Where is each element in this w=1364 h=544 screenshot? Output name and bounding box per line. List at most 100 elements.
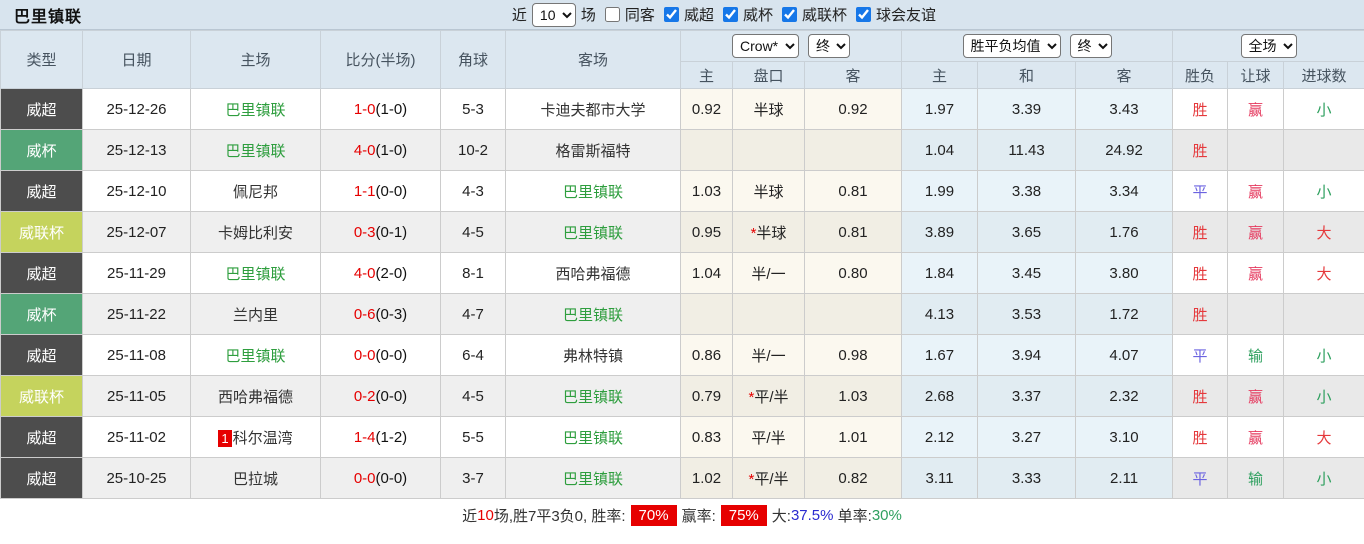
handicap-result-cell — [1227, 129, 1285, 171]
odds-home-cell: 1.04 — [901, 129, 979, 171]
league-checkbox-威杯[interactable] — [722, 7, 738, 22]
odds-away-cell: 2.32 — [1075, 375, 1174, 417]
result-cell: 平 — [1172, 457, 1229, 499]
match-row: 威超 25-11-29 巴里镇联 4-0(2-0) 8-1 西哈弗福德 1.04 半/一 0.8… — [0, 252, 1364, 294]
subheader-handicap-result: 让球 — [1227, 61, 1285, 89]
home-team-cell: 巴拉城 — [190, 457, 321, 499]
league-checkbox-威超[interactable] — [663, 7, 679, 22]
type-badge-cell: 威超 — [0, 170, 83, 212]
result-cell: 胜 — [1172, 88, 1229, 130]
goals-result-cell: 大 — [1283, 252, 1364, 294]
ah-away-odds-cell: 0.92 — [803, 88, 903, 130]
goals-result-cell: 小 — [1283, 170, 1364, 212]
handicap-stage-select[interactable]: 终 — [808, 34, 851, 58]
scope-select[interactable]: 全场 — [1240, 34, 1297, 58]
fulltime-score: 0-2 — [353, 387, 376, 405]
goals-result-cell — [1283, 293, 1364, 335]
odds-away-cell: 1.72 — [1075, 293, 1174, 335]
fulltime-score: 4-0 — [353, 264, 376, 282]
halftime-score: (1-2) — [375, 428, 408, 446]
date-cell: 25-12-10 — [82, 170, 191, 212]
score-cell: 1-0(1-0) — [320, 88, 441, 130]
score-cell: 0-6(0-3) — [320, 293, 441, 335]
ah-away-odds-cell: 1.01 — [803, 416, 903, 458]
summary-text: 30% — [871, 507, 902, 524]
away-team-cell: 巴里镇联 — [505, 293, 681, 335]
fulltime-score: 0-0 — [353, 469, 376, 487]
ah-line-cell — [732, 293, 805, 335]
col-header-home: 主场 — [190, 30, 321, 89]
halftime-score: (1-0) — [375, 100, 408, 118]
ah-home-odds-cell: 0.86 — [680, 334, 733, 376]
match-row: 威杯 25-12-13 巴里镇联 4-0(1-0) 10-2 格雷斯福特 1.04 11.43… — [0, 129, 1364, 171]
type-badge-cell: 威联杯 — [0, 211, 83, 253]
ah-line-cell: 半球 — [732, 170, 805, 212]
score-cell: 0-3(0-1) — [320, 211, 441, 253]
score-cell: 0-2(0-0) — [320, 375, 441, 417]
odds-home-cell: 1.97 — [901, 88, 979, 130]
home-team-cell: 巴里镇联 — [190, 334, 321, 376]
subheader-result: 胜负 — [1172, 61, 1229, 89]
home-team-cell: 卡姆比利安 — [190, 211, 321, 253]
goals-result-cell: 大 — [1283, 416, 1364, 458]
result-cell: 胜 — [1172, 293, 1229, 335]
ah-home-odds-cell — [680, 129, 733, 171]
ah-line-cell: 半/一 — [732, 334, 805, 376]
odds-stage-select[interactable]: 终 — [1069, 34, 1112, 58]
score-cell: 0-0(0-0) — [320, 457, 441, 499]
odds-away-cell: 3.43 — [1075, 88, 1174, 130]
ah-line-cell: 半/一 — [732, 252, 805, 294]
ah-away-odds-cell — [803, 293, 903, 335]
odds-company-select[interactable]: 胜平负均值 — [962, 34, 1061, 58]
goals-result-cell: 大 — [1283, 211, 1364, 253]
goals-result-cell: 小 — [1283, 334, 1364, 376]
league-filter-group: 威超 威杯 威联杯 球会友谊 — [658, 4, 939, 25]
away-team-cell: 巴里镇联 — [505, 457, 681, 499]
home-team-cell: 西哈弗福德 — [190, 375, 321, 417]
type-badge-cell: 威联杯 — [0, 375, 83, 417]
handicap-result-cell: 赢 — [1227, 252, 1285, 294]
corners-cell: 4-5 — [440, 375, 506, 417]
home-team-cell: 1 科尔温湾 — [190, 416, 321, 458]
league-checkbox-威联杯[interactable] — [781, 7, 797, 22]
away-team-cell: 巴里镇联 — [505, 416, 681, 458]
result-cell: 平 — [1172, 170, 1229, 212]
handicap-group-header: Crow* 终 — [679, 30, 903, 62]
odds-away-cell: 3.10 — [1075, 416, 1174, 458]
near-label: 近 — [511, 7, 527, 24]
odds-away-cell: 4.07 — [1075, 334, 1174, 376]
date-cell: 25-11-08 — [82, 334, 191, 376]
handicap-result-cell: 输 — [1227, 457, 1285, 499]
score-cell: 1-1(0-0) — [320, 170, 441, 212]
summary-text: 37.5% — [790, 507, 834, 524]
league-checkbox-label: 威杯 — [742, 7, 773, 24]
odds-draw-cell: 3.94 — [977, 334, 1077, 376]
goals-result-cell — [1283, 129, 1364, 171]
league-checkbox-label: 威超 — [683, 7, 714, 24]
same-opponent-checkbox[interactable] — [604, 7, 620, 22]
ah-away-odds-cell: 0.82 — [803, 457, 903, 499]
halftime-score: (0-0) — [375, 182, 408, 200]
halftime-score: (0-0) — [375, 469, 408, 487]
score-cell: 0-0(0-0) — [320, 334, 441, 376]
filter-controls: 近 10 场 同客 威超 威杯 威联杯 球会友谊 — [509, 2, 939, 27]
handicap-result-cell: 赢 — [1227, 88, 1285, 130]
result-cell: 胜 — [1172, 129, 1229, 171]
date-cell: 25-10-25 — [82, 457, 191, 499]
handicap-result-cell: 赢 — [1227, 170, 1285, 212]
league-checkbox-球会友谊[interactable] — [855, 7, 871, 22]
corners-cell: 5-5 — [440, 416, 506, 458]
near-count-select[interactable]: 10 — [531, 2, 576, 27]
subheader-goals: 进球数 — [1283, 61, 1364, 89]
handicap-company-select[interactable]: Crow* — [732, 34, 800, 58]
type-badge-cell: 威超 — [0, 457, 83, 499]
ah-away-odds-cell: 0.81 — [803, 170, 903, 212]
ah-away-odds-cell: 0.81 — [803, 211, 903, 253]
ah-line-cell: *平/半 — [732, 457, 805, 499]
match-row: 威联杯 25-12-07 卡姆比利安 0-3(0-1) 4-5 巴里镇联 0.95 *半球 0.… — [0, 211, 1364, 253]
ah-away-odds-cell: 1.03 — [803, 375, 903, 417]
match-row: 威杯 25-11-22 兰内里 0-6(0-3) 4-7 巴里镇联 4.13 3.53 1.72… — [0, 293, 1364, 335]
summary-text: 近 — [462, 508, 478, 525]
ah-line-cell: *平/半 — [732, 375, 805, 417]
odds-away-cell: 3.80 — [1075, 252, 1174, 294]
